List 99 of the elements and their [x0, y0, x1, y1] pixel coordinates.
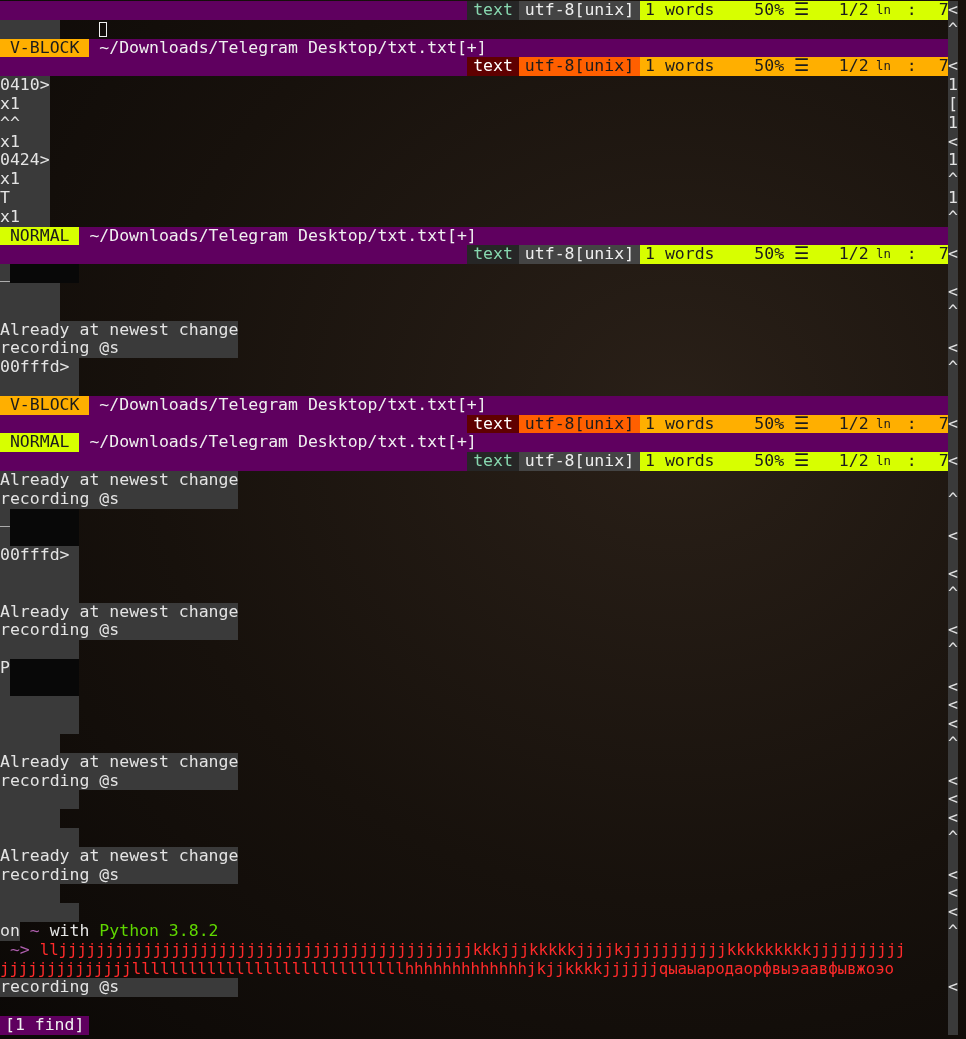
prompt-text: ~	[29, 922, 40, 941]
sign-mark: <	[948, 677, 958, 697]
sign-mark: ^	[948, 828, 958, 847]
mode-indicator: V-BLOCK	[0, 38, 90, 58]
separator: :	[906, 414, 917, 434]
typed-text: jjjjjjjjjjjjjjlllllllllllllllllllllllllllllhhhhhhhhhhhhhjkjjkkkkjjjjjjqыаыародаорфвыэаавфывжоэо	[0, 959, 894, 979]
percent-label: 50%	[754, 57, 785, 77]
sign-mark: ^	[948, 583, 958, 603]
mode-indicator: NORMAL	[0, 433, 80, 453]
filetype-label: text	[467, 1, 519, 20]
percent-label: 50%	[754, 1, 785, 20]
sign-mark: <	[948, 903, 958, 923]
dark-block	[9, 264, 80, 283]
file-path: ~/Downloads/Telegram Desktop/txt.txt[+]	[79, 433, 948, 453]
menu-glyph: ☰	[794, 452, 810, 471]
sign-mark: 1	[948, 113, 958, 133]
position-label: 1/2	[838, 1, 869, 20]
encoding-label: utf-8[unix]	[518, 452, 641, 471]
menu-glyph: ☰	[794, 245, 810, 265]
filetype-label: text	[467, 452, 519, 471]
prompt-text: with	[49, 922, 90, 941]
column-number: 7	[938, 1, 949, 20]
sign-mark: 1	[948, 76, 958, 95]
position-label: 1/2	[838, 452, 869, 471]
sign-mark: <	[948, 790, 958, 810]
sign-mark: <	[948, 884, 958, 904]
sign-mark: <	[948, 621, 958, 641]
file-path: ~/Downloads/Telegram Desktop/txt.txt[+]	[89, 395, 948, 415]
cursor-block	[99, 21, 108, 37]
sign-mark: <	[948, 1, 958, 20]
menu-glyph: ☰	[794, 1, 810, 20]
dark-block	[9, 527, 80, 547]
position-label: 1/2	[838, 414, 869, 434]
sign-mark: ^	[948, 734, 958, 753]
sign-mark: ^	[948, 301, 958, 321]
position-label: 1/2	[838, 245, 869, 265]
sign-mark: 1	[948, 151, 958, 171]
line-label: ln	[876, 2, 891, 19]
typed-text: lljjjjjjjjjjjjjjjjjjjjjjjjjjjjjjjjjjjjjjjjjjjjkkkjjjkkkkkjjjjkjjjjjjjjjjjkkkkkkkkkjjjjjjjjjj	[39, 940, 906, 960]
word-count: 1 words	[645, 57, 715, 77]
sign-mark: <	[948, 414, 958, 434]
word-count: 1 words	[645, 414, 715, 434]
sign-mark: <	[948, 715, 958, 735]
mode-indicator: V-BLOCK	[0, 395, 90, 415]
encoding-label: utf-8[unix]	[518, 57, 641, 77]
line-label: ln	[876, 58, 891, 76]
separator: :	[906, 1, 917, 20]
mode-indicator: NORMAL	[0, 226, 80, 246]
file-path: ~/Downloads/Telegram Desktop/txt.txt[+]	[89, 38, 948, 58]
menu-glyph: ☰	[794, 57, 810, 77]
sign-mark: <	[948, 696, 958, 716]
column-number: 7	[938, 57, 949, 77]
word-count: 1 words	[645, 1, 715, 20]
prompt-text: on	[0, 922, 20, 941]
prompt-text: Python 3.8.2	[99, 922, 219, 941]
sign-mark: ^	[948, 19, 958, 39]
menu-glyph: ☰	[794, 414, 810, 434]
sign-mark: <	[948, 339, 958, 359]
sign-mark: <	[948, 527, 958, 547]
filetype-label: text	[467, 245, 519, 265]
filetype-label: text	[467, 57, 519, 77]
sign-mark: <	[948, 245, 958, 265]
sign-mark: <	[948, 809, 958, 829]
sign-mark: ^	[948, 640, 958, 659]
encoding-label: utf-8[unix]	[518, 245, 641, 265]
sign-mark: <	[948, 978, 958, 998]
word-count: 1 words	[645, 245, 715, 265]
sign-mark: 1	[948, 188, 958, 208]
sign-mark: <	[948, 564, 958, 584]
word-count: 1 words	[645, 452, 715, 471]
search-count: [1 find]	[0, 1016, 90, 1035]
column-number: 7	[938, 414, 949, 434]
sign-mark: <	[948, 132, 958, 152]
sign-mark: ^	[948, 207, 958, 227]
sign-mark: ^	[948, 170, 958, 189]
sign-mark: <	[948, 282, 958, 302]
encoding-label: utf-8[unix]	[518, 1, 641, 20]
sign-mark: <	[948, 771, 958, 791]
separator: :	[906, 245, 917, 265]
percent-label: 50%	[754, 414, 785, 434]
sign-mark: <	[948, 452, 958, 471]
column-number: 7	[938, 452, 949, 471]
separator: :	[906, 57, 917, 77]
sign-mark: ^	[948, 489, 958, 509]
sign-mark: [	[948, 95, 958, 114]
file-path: ~/Downloads/Telegram Desktop/txt.txt[+]	[79, 226, 948, 246]
sign-mark: ^	[948, 922, 958, 941]
line-label: ln	[876, 415, 891, 433]
percent-label: 50%	[754, 452, 785, 471]
sign-mark: <	[948, 57, 958, 77]
prompt-arrow: ~>	[8, 940, 31, 960]
line-label: ln	[876, 246, 891, 264]
line-label: ln	[876, 453, 891, 471]
percent-label: 50%	[754, 245, 785, 265]
column-number: 7	[938, 245, 949, 265]
position-label: 1/2	[838, 57, 869, 77]
separator: :	[906, 452, 917, 471]
sign-mark: <	[948, 865, 958, 885]
sign-mark: ^	[948, 358, 958, 377]
